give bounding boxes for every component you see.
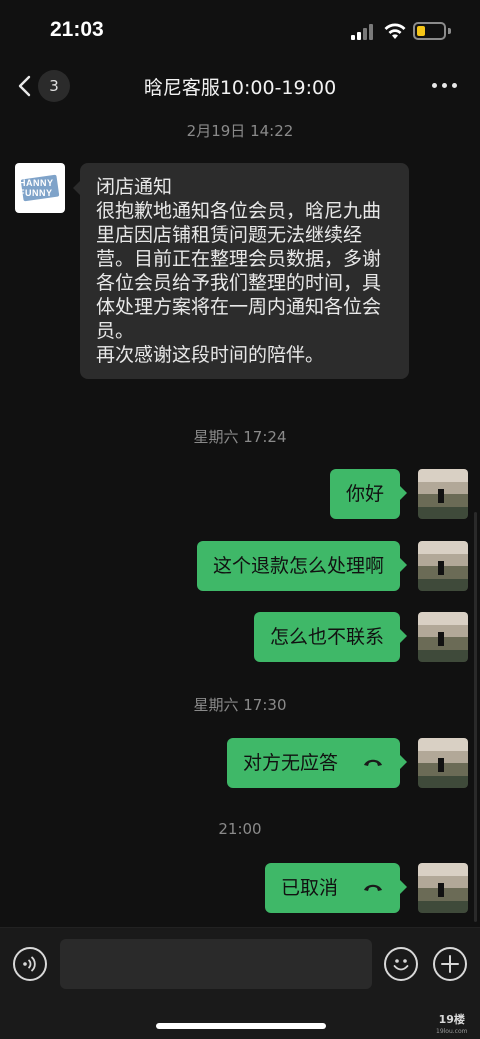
call-icon bbox=[364, 759, 382, 766]
watermark: 19楼 19lou.com bbox=[436, 1014, 468, 1038]
wifi-icon bbox=[384, 23, 406, 39]
battery-level bbox=[417, 26, 425, 36]
more-dots-icon bbox=[432, 83, 437, 88]
outgoing-message-bubble[interactable]: 你好 bbox=[329, 469, 408, 519]
battery-nub bbox=[448, 28, 451, 34]
chat-area[interactable]: 2月19日 14:22 HANNY FUNNY 闭店通知 很抱歉地通知各位会员，… bbox=[0, 112, 480, 927]
emoji-button[interactable] bbox=[384, 947, 418, 981]
battery-icon bbox=[413, 22, 446, 40]
message-text: 你好 bbox=[345, 483, 384, 505]
user-avatar[interactable] bbox=[418, 541, 468, 591]
more-dots-icon bbox=[452, 83, 457, 88]
message-timestamp: 2月19日 14:22 bbox=[186, 122, 294, 140]
more-options-button[interactable] bbox=[432, 74, 458, 98]
back-button[interactable]: 3 bbox=[14, 70, 74, 102]
outgoing-call-bubble[interactable]: 已取消 bbox=[264, 863, 408, 913]
voice-input-button[interactable] bbox=[13, 947, 47, 981]
more-dots-icon bbox=[442, 83, 447, 88]
outgoing-call-bubble[interactable]: 对方无应答 bbox=[226, 738, 408, 788]
home-indicator[interactable] bbox=[156, 1023, 326, 1029]
incoming-message-bubble[interactable]: 闭店通知 很抱歉地通知各位会员，晗尼九曲里店因店铺租赁问题无法继续经营。目前正在… bbox=[73, 163, 409, 379]
message-text: 已取消 bbox=[280, 877, 338, 899]
voice-icon bbox=[23, 956, 36, 972]
outgoing-message-bubble[interactable]: 这个退款怎么处理啊 bbox=[196, 541, 408, 591]
watermark-text: 19楼 bbox=[438, 1013, 465, 1026]
user-avatar[interactable] bbox=[418, 738, 468, 788]
message-text: 这个退款怎么处理啊 bbox=[212, 555, 384, 577]
status-time: 21:03 bbox=[50, 18, 104, 41]
watermark-subtext: 19lou.com bbox=[436, 1028, 468, 1035]
input-bar: 19楼 19lou.com bbox=[0, 927, 480, 1039]
store-avatar[interactable]: HANNY FUNNY bbox=[15, 163, 65, 213]
more-functions-button[interactable] bbox=[433, 947, 467, 981]
message-timestamp: 星期六 17:30 bbox=[193, 696, 287, 714]
outgoing-message-bubble[interactable]: 怎么也不联系 bbox=[253, 612, 408, 662]
signal-icon bbox=[351, 24, 375, 40]
status-bar: 21:03 bbox=[0, 0, 480, 60]
message-text: 怎么也不联系 bbox=[269, 626, 384, 648]
emoji-icon bbox=[393, 959, 409, 971]
user-avatar[interactable] bbox=[418, 863, 468, 913]
message-text: 对方无应答 bbox=[242, 752, 338, 774]
message-input[interactable] bbox=[60, 939, 372, 989]
user-avatar[interactable] bbox=[418, 612, 468, 662]
brand-logo-text: FUNNY bbox=[19, 188, 53, 198]
message-timestamp: 21:00 bbox=[218, 820, 262, 838]
message-text: 闭店通知 很抱歉地通知各位会员，晗尼九曲里店因店铺租赁问题无法继续经营。目前正在… bbox=[96, 176, 382, 366]
chat-title: 晗尼客服10:00-19:00 bbox=[143, 77, 337, 99]
call-icon bbox=[364, 884, 382, 891]
plus-icon bbox=[441, 955, 459, 973]
unread-count-badge: 3 bbox=[38, 70, 70, 102]
message-timestamp: 星期六 17:24 bbox=[193, 428, 287, 446]
user-avatar[interactable] bbox=[418, 469, 468, 519]
brand-logo-text: HANNY bbox=[19, 178, 54, 188]
chevron-left-icon bbox=[18, 75, 31, 97]
scrollbar[interactable] bbox=[474, 512, 477, 922]
nav-bar: 3 晗尼客服10:00-19:00 bbox=[0, 60, 480, 112]
